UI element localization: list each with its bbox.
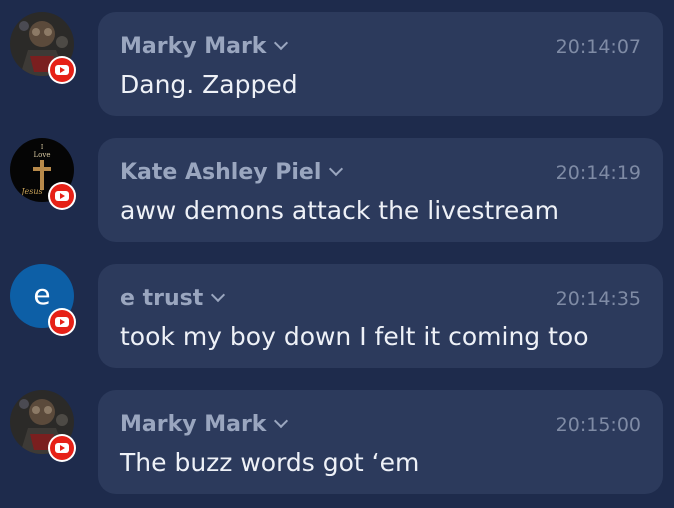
youtube-icon	[48, 56, 76, 84]
chat-message: e e trust 20:14:35 took my boy down I fe…	[0, 252, 674, 368]
youtube-icon	[48, 308, 76, 336]
author-name[interactable]: Marky Mark	[120, 34, 289, 59]
timestamp: 20:14:35	[555, 288, 641, 310]
author-name[interactable]: e trust	[120, 286, 226, 311]
message-text: Dang. Zapped	[120, 70, 298, 99]
avatar-text-jesus: Jesus	[19, 187, 42, 196]
chat-message: Marky Mark 20:15:00 The buzz words got ‘…	[0, 378, 674, 494]
chevron-down-icon[interactable]	[274, 35, 289, 51]
message-bubble: e trust 20:14:35 took my boy down I felt…	[98, 264, 663, 368]
timestamp: 20:14:07	[555, 36, 641, 58]
message-text: The buzz words got ‘em	[120, 448, 420, 477]
author-label[interactable]: Marky Mark	[120, 34, 266, 59]
chevron-down-icon[interactable]	[329, 161, 344, 177]
message-bubble: Marky Mark 20:15:00 The buzz words got ‘…	[98, 390, 663, 494]
author-label[interactable]: Marky Mark	[120, 412, 266, 437]
chat-feed: Marky Mark 20:14:07 Dang. Zapped I Love …	[0, 0, 674, 508]
author-label[interactable]: e trust	[120, 286, 203, 311]
author-name[interactable]: Marky Mark	[120, 412, 289, 437]
message-text: took my boy down I felt it coming too	[120, 322, 589, 351]
avatar-text-love: Love	[34, 151, 51, 159]
timestamp: 20:14:19	[555, 162, 641, 184]
timestamp: 20:15:00	[555, 414, 641, 436]
chat-message: Marky Mark 20:14:07 Dang. Zapped	[0, 0, 674, 116]
author-label[interactable]: Kate Ashley Piel	[120, 160, 321, 185]
message-bubble: Kate Ashley Piel 20:14:19 aww demons att…	[98, 138, 663, 242]
youtube-icon	[48, 434, 76, 462]
chevron-down-icon[interactable]	[274, 413, 289, 429]
message-bubble: Marky Mark 20:14:07 Dang. Zapped	[98, 12, 663, 116]
chevron-down-icon[interactable]	[211, 287, 226, 303]
author-name[interactable]: Kate Ashley Piel	[120, 160, 344, 185]
message-text: aww demons attack the livestream	[120, 196, 559, 225]
chat-message: I Love Jesus Kate Ashley Piel 20:14:19 a…	[0, 126, 674, 242]
youtube-icon	[48, 182, 76, 210]
